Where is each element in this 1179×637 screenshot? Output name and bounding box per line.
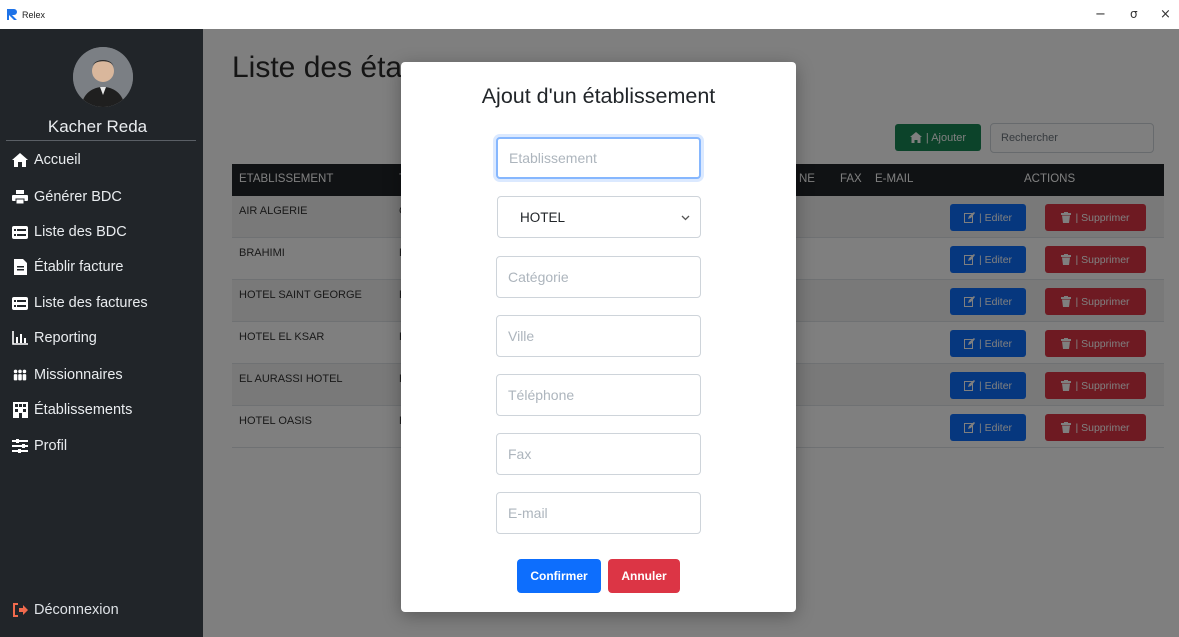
sidebar: Kacher Reda Accueil Générer BDC Liste de… xyxy=(0,29,203,637)
confirm-button[interactable]: Confirmer xyxy=(517,559,601,593)
sidebar-item-label: Établissements xyxy=(34,402,133,418)
people-icon xyxy=(12,367,28,383)
sidebar-item-etablissements[interactable]: Établissements xyxy=(12,395,132,425)
minimize-button[interactable]: − xyxy=(1095,7,1106,22)
close-window-button[interactable]: × xyxy=(1160,7,1171,22)
sidebar-item-label: Missionnaires xyxy=(34,367,123,383)
username: Kacher Reda xyxy=(47,117,148,136)
categorie-field[interactable] xyxy=(496,256,701,298)
maximize-button[interactable]: σ xyxy=(1130,7,1138,21)
chevron-down-icon xyxy=(681,209,690,224)
home-icon xyxy=(12,152,28,168)
sidebar-item-label: Établir facture xyxy=(34,259,124,275)
sidebar-item-reporting[interactable]: Reporting xyxy=(12,323,97,353)
building-icon xyxy=(12,402,28,418)
add-establishment-modal: Ajout d'un établissement HOTEL Confirmer… xyxy=(401,62,796,612)
cancel-button[interactable]: Annuler xyxy=(608,559,680,593)
chart-icon xyxy=(12,330,28,346)
logout-button[interactable]: Déconnexion xyxy=(12,595,119,625)
sidebar-item-missionnaires[interactable]: Missionnaires xyxy=(12,360,123,390)
telephone-field[interactable] xyxy=(496,374,701,416)
list-icon xyxy=(12,224,28,240)
invoice-icon xyxy=(12,259,28,275)
sliders-icon xyxy=(12,438,28,454)
type-select[interactable]: HOTEL xyxy=(497,196,701,238)
sidebar-item-liste-factures[interactable]: Liste des factures xyxy=(12,288,148,318)
etablissement-field[interactable] xyxy=(496,137,701,179)
app-logo-icon xyxy=(6,8,19,21)
sidebar-item-label: Reporting xyxy=(34,330,97,346)
window-title: Relex xyxy=(22,9,46,20)
sidebar-item-label: Liste des factures xyxy=(34,295,148,311)
sidebar-item-profil[interactable]: Profil xyxy=(12,431,67,461)
fax-field[interactable] xyxy=(496,433,701,475)
ville-field[interactable] xyxy=(496,315,701,357)
sidebar-item-label: Accueil xyxy=(34,152,81,168)
sidebar-divider xyxy=(6,140,196,141)
sidebar-item-accueil[interactable]: Accueil xyxy=(12,145,81,175)
sidebar-item-generer-bdc[interactable]: Générer BDC xyxy=(12,182,122,212)
sidebar-item-liste-bdc[interactable]: Liste des BDC xyxy=(12,217,127,247)
modal-title: Ajout d'un établissement xyxy=(481,84,716,108)
sidebar-item-etablir-facture[interactable]: Établir facture xyxy=(12,252,123,282)
window-titlebar: Relex − σ × xyxy=(0,0,1179,29)
sidebar-item-label: Générer BDC xyxy=(34,189,122,205)
sidebar-item-label: Liste des BDC xyxy=(34,224,127,240)
avatar xyxy=(73,47,133,107)
logout-label: Déconnexion xyxy=(34,602,119,618)
list-icon xyxy=(12,295,28,311)
email-field[interactable] xyxy=(496,492,701,534)
type-select-value: HOTEL xyxy=(520,209,566,225)
logout-icon xyxy=(12,602,28,618)
sidebar-item-label: Profil xyxy=(34,438,68,454)
printer-icon xyxy=(12,189,28,205)
